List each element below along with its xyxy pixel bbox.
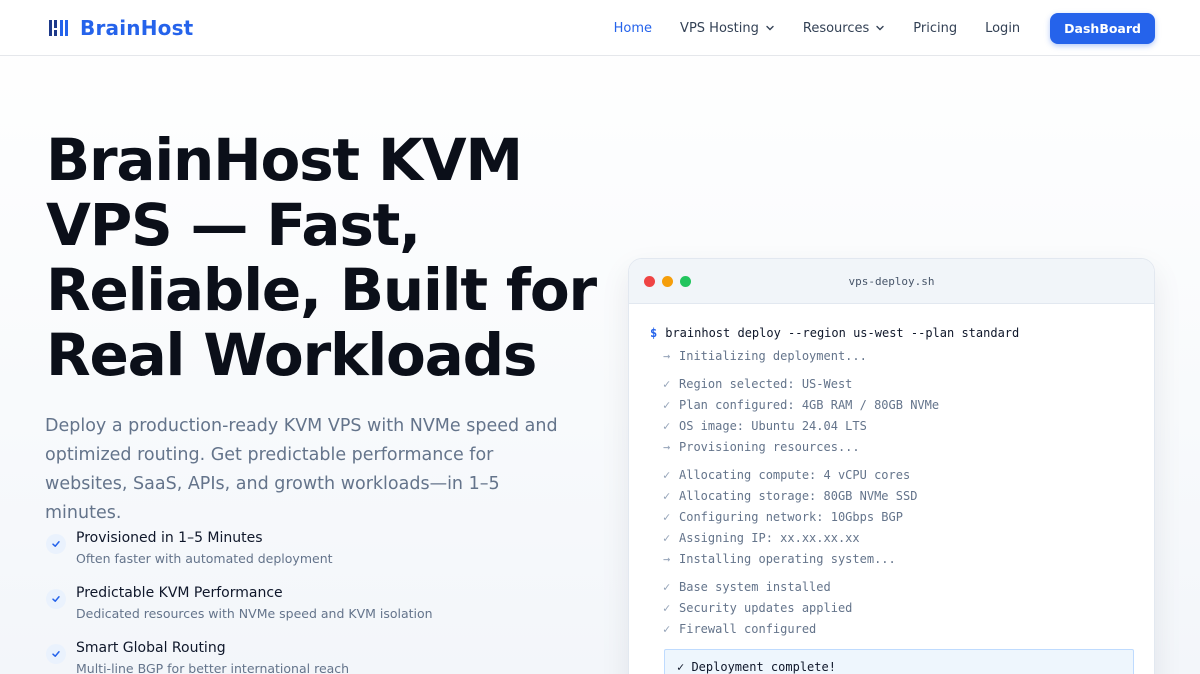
- check-icon: ✓: [663, 397, 671, 412]
- feature-item: Predictable KVM Performance Dedicated re…: [46, 583, 566, 638]
- feature-title: Smart Global Routing: [76, 640, 226, 656]
- terminal-log-line: ✓ Firewall configured: [650, 618, 1140, 639]
- nav-link-label: Login: [985, 20, 1021, 36]
- feature-description: Multi-line BGP for better international …: [76, 661, 350, 674]
- terminal-log-line: ✓ Allocating compute: 4 vCPU cores: [650, 464, 1140, 485]
- check-icon: ✓: [663, 418, 671, 433]
- terminal-log-line: ✓ Region selected: US-West: [650, 373, 1140, 394]
- terminal-log-text: Initializing deployment...: [679, 348, 867, 363]
- terminal-log-text: Provisioning resources...: [679, 439, 860, 454]
- terminal-title-bar: vps-deploy.sh: [629, 259, 1154, 304]
- nav-link-label: VPS Hosting: [680, 20, 759, 36]
- arrow-right-icon: →: [663, 439, 671, 454]
- nav-link-resources[interactable]: Resources: [803, 21, 885, 36]
- feature-description: Often faster with automated deployment: [76, 551, 333, 566]
- dashboard-button[interactable]: DashBoard: [1050, 12, 1155, 44]
- check-icon: ✓: [663, 621, 671, 636]
- check-icon: ✓: [663, 509, 671, 524]
- terminal-output: $ brainhost deploy --region us-west --pla…: [650, 321, 1140, 674]
- hero-subtitle: Deploy a production-ready KVM VPS with N…: [45, 416, 558, 523]
- terminal-log-line: → Installing operating system...: [650, 548, 1140, 569]
- check-icon: ✓: [663, 488, 671, 503]
- terminal-log-line: ✓ Assigning IP: xx.xx.xx.xx: [650, 527, 1140, 548]
- arrow-right-icon: →: [663, 551, 671, 566]
- brand-name: BrainHost: [80, 16, 194, 40]
- terminal-command-line: $ brainhost deploy --region us-west --pla…: [650, 321, 1140, 345]
- check-icon: ✓: [663, 467, 671, 482]
- chevron-down-icon: [766, 25, 774, 31]
- terminal-log-text: Region selected: US-West: [679, 376, 853, 391]
- terminal-log-text: Installing operating system...: [679, 551, 896, 566]
- terminal-window: vps-deploy.sh $ brainhost deploy --region…: [628, 258, 1155, 674]
- terminal-log-line: ✓ Configuring network: 10Gbps BGP: [650, 506, 1140, 527]
- feature-list: Provisioned in 1–5 Minutes Often faster …: [46, 528, 566, 674]
- terminal-log-text: Allocating storage: 80GB NVMe SSD: [679, 488, 918, 503]
- terminal-log-text: Security updates applied: [679, 600, 853, 615]
- brand-logo-icon: [49, 20, 68, 36]
- nav-link-label: Pricing: [913, 20, 958, 36]
- deployment-complete-banner: ✓ Deployment complete!: [664, 649, 1134, 674]
- terminal-log-text: Base system installed: [679, 579, 831, 594]
- terminal-group-gap: [650, 569, 1140, 576]
- hero-title: BrainHost KVM VPS — Fast, Reliable, Buil…: [46, 126, 597, 389]
- check-icon: [46, 589, 66, 609]
- terminal-log-text: Configuring network: 10Gbps BGP: [679, 509, 903, 524]
- terminal-log-text: Plan configured: 4GB RAM / 80GB NVMe: [679, 397, 940, 412]
- brand-logo[interactable]: BrainHost: [48, 14, 193, 42]
- nav-link-login[interactable]: Login: [985, 21, 1020, 36]
- nav-link-home[interactable]: Home: [614, 21, 652, 36]
- terminal-log-text: OS image: Ubuntu 24.04 LTS: [679, 418, 867, 433]
- feature-description: Dedicated resources with NVMe speed and …: [76, 606, 433, 621]
- check-icon: ✓: [663, 579, 671, 594]
- chevron-down-icon: [876, 25, 884, 31]
- feature-title: Provisioned in 1–5 Minutes: [76, 530, 263, 546]
- arrow-right-icon: →: [663, 348, 671, 363]
- terminal-log-line: → Provisioning resources...: [650, 436, 1140, 457]
- check-icon: ✓: [663, 600, 671, 615]
- terminal-log: → Initializing deployment... ✓ Region selec…: [650, 345, 1140, 639]
- terminal-group-gap: [650, 457, 1140, 464]
- check-icon: ✓: [663, 376, 671, 391]
- nav-link-label: Home: [613, 20, 653, 36]
- terminal-filename: vps-deploy.sh: [848, 275, 935, 288]
- terminal-log-line: ✓ Security updates applied: [650, 597, 1140, 618]
- terminal-log-line: ✓ Allocating storage: 80GB NVMe SSD: [650, 485, 1140, 506]
- terminal-log-line: → Initializing deployment...: [650, 345, 1140, 366]
- terminal-log-text: Allocating compute: 4 vCPU cores: [679, 467, 911, 482]
- feature-item: Provisioned in 1–5 Minutes Often faster …: [46, 528, 566, 583]
- terminal-log-line: ✓ Base system installed: [650, 576, 1140, 597]
- feature-item: Smart Global Routing Multi-line BGP for …: [46, 638, 566, 674]
- nav-link-pricing[interactable]: Pricing: [913, 21, 957, 36]
- nav-link-vps-hosting[interactable]: VPS Hosting: [680, 21, 775, 36]
- terminal-log-text: Firewall configured: [679, 621, 817, 636]
- check-icon: [46, 644, 66, 664]
- terminal-log-line: ✓ OS image: Ubuntu 24.04 LTS: [650, 415, 1140, 436]
- terminal-group-gap: [650, 366, 1140, 373]
- terminal-log-line: ✓ Plan configured: 4GB RAM / 80GB NVMe: [650, 394, 1140, 415]
- check-icon: ✓: [663, 530, 671, 545]
- prompt-symbol: $: [650, 326, 658, 340]
- top-navbar: BrainHost Home VPS Hosting Resources Pri…: [0, 0, 1200, 56]
- check-icon: [46, 534, 66, 554]
- terminal-command: brainhost deploy --region us-west --plan…: [665, 326, 1020, 340]
- nav-link-label: Resources: [802, 20, 870, 36]
- feature-title: Predictable KVM Performance: [76, 585, 283, 601]
- terminal-log-text: Assigning IP: xx.xx.xx.xx: [679, 530, 860, 545]
- nav-links: Home VPS Hosting Resources Pricing Login…: [586, 12, 1155, 44]
